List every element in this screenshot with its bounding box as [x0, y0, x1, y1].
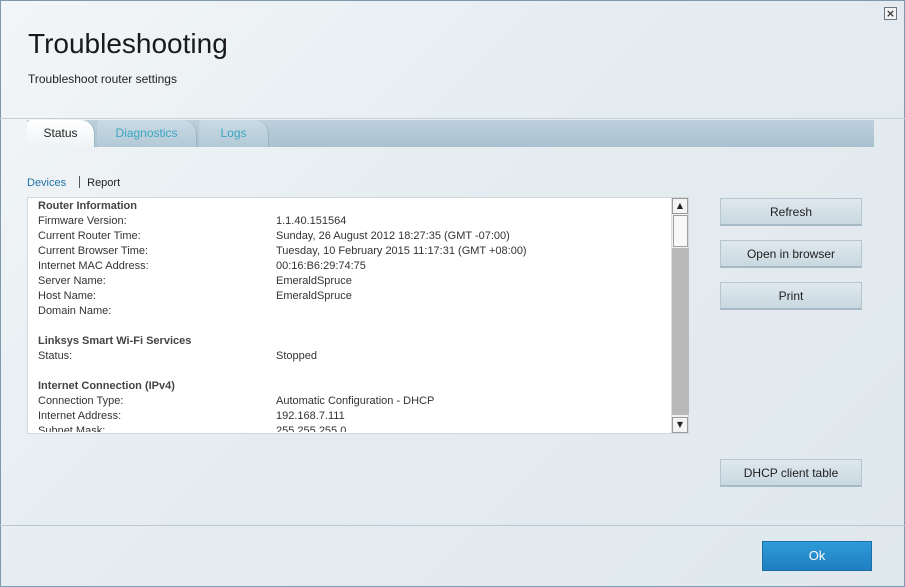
ok-button[interactable]: Ok	[762, 541, 872, 571]
refresh-button[interactable]: Refresh	[720, 198, 862, 226]
report-key: Subnet Mask:	[38, 425, 106, 432]
tab-diagnostics[interactable]: Diagnostics	[97, 120, 197, 147]
report-key: Status:	[38, 350, 73, 362]
tab-logs[interactable]: Logs	[199, 120, 269, 147]
report-value: 192.168.7.111	[276, 410, 345, 422]
report-key: Server Name:	[38, 275, 106, 287]
report-value: EmeraldSpruce	[276, 290, 352, 302]
report-row: Status: Stopped	[38, 349, 668, 364]
report-value: Tuesday, 10 February 2015 11:17:31 (GMT …	[276, 245, 527, 257]
report-value	[276, 304, 668, 319]
report-value: Stopped	[276, 350, 317, 362]
report-key: Current Router Time:	[38, 230, 141, 242]
report-row: Internet MAC Address: 00:16:B6:29:74:75	[38, 259, 668, 274]
report-key: Internet MAC Address:	[38, 260, 149, 272]
subnav-divider	[79, 176, 81, 188]
section-title-internet-connection: Internet Connection (IPv4)	[38, 380, 175, 392]
report-scrollbar[interactable]: ▲ ▼	[671, 198, 689, 433]
footer-divider	[0, 525, 905, 526]
report-value: Automatic Configuration - DHCP	[276, 395, 435, 407]
open-in-browser-button[interactable]: Open in browser	[720, 240, 862, 268]
tab-bar: Status Diagnostics Logs	[27, 120, 874, 147]
report-value: Sunday, 26 August 2012 18:27:35 (GMT -07…	[276, 230, 510, 242]
tab-status[interactable]: Status	[27, 120, 95, 147]
report-value: 00:16:B6:29:74:75	[276, 260, 366, 272]
report-row: Connection Type: Automatic Configuration …	[38, 394, 668, 409]
report-row: Current Browser Time: Tuesday, 10 Februar…	[38, 244, 668, 259]
devices-link[interactable]: Devices	[27, 177, 66, 189]
scroll-thumb[interactable]	[673, 215, 688, 247]
scroll-up-icon[interactable]: ▲	[672, 198, 688, 214]
report-key: Host Name:	[38, 290, 97, 302]
report-key: Connection Type:	[38, 395, 124, 407]
report-row: Firmware Version: 1.1.40.151564	[38, 214, 668, 229]
report-row: Domain Name:	[38, 304, 668, 319]
section-title-router-information: Router Information	[38, 200, 137, 212]
report-key: Firmware Version:	[38, 215, 127, 227]
report-key: Domain Name:	[38, 305, 112, 317]
dhcp-client-table-button[interactable]: DHCP client table	[720, 459, 862, 487]
report-row: Subnet Mask: 255.255.255.0	[38, 424, 668, 432]
report-key: Current Browser Time:	[38, 245, 149, 257]
report-value: 255.255.255.0	[276, 425, 347, 432]
page-subtitle: Troubleshoot router settings	[28, 72, 177, 86]
scroll-down-icon[interactable]: ▼	[672, 417, 688, 433]
report-label: Report	[87, 177, 121, 189]
report-row: Server Name: EmeraldSpruce	[38, 274, 668, 289]
section-title-smart-wifi: Linksys Smart Wi-Fi Services	[38, 335, 192, 347]
report-content: Router Information Firmware Version: 1.1.…	[38, 199, 668, 432]
report-row: Current Router Time: Sunday, 26 August 20…	[38, 229, 668, 244]
close-icon[interactable]: ×	[884, 7, 897, 20]
report-key: Internet Address:	[38, 410, 122, 422]
header: Troubleshooting Troubleshoot router sett…	[0, 0, 905, 119]
report-row: Internet Address: 192.168.7.111	[38, 409, 668, 424]
scroll-track[interactable]	[672, 248, 689, 415]
page-title: Troubleshooting	[28, 28, 228, 59]
report-panel[interactable]: Router Information Firmware Version: 1.1.…	[27, 197, 689, 434]
report-value: EmeraldSpruce	[276, 275, 352, 287]
report-row: Host Name: EmeraldSpruce	[38, 289, 668, 304]
report-value: 1.1.40.151564	[276, 215, 347, 227]
print-button[interactable]: Print	[720, 282, 862, 310]
subnav: Devices Report	[27, 176, 120, 189]
